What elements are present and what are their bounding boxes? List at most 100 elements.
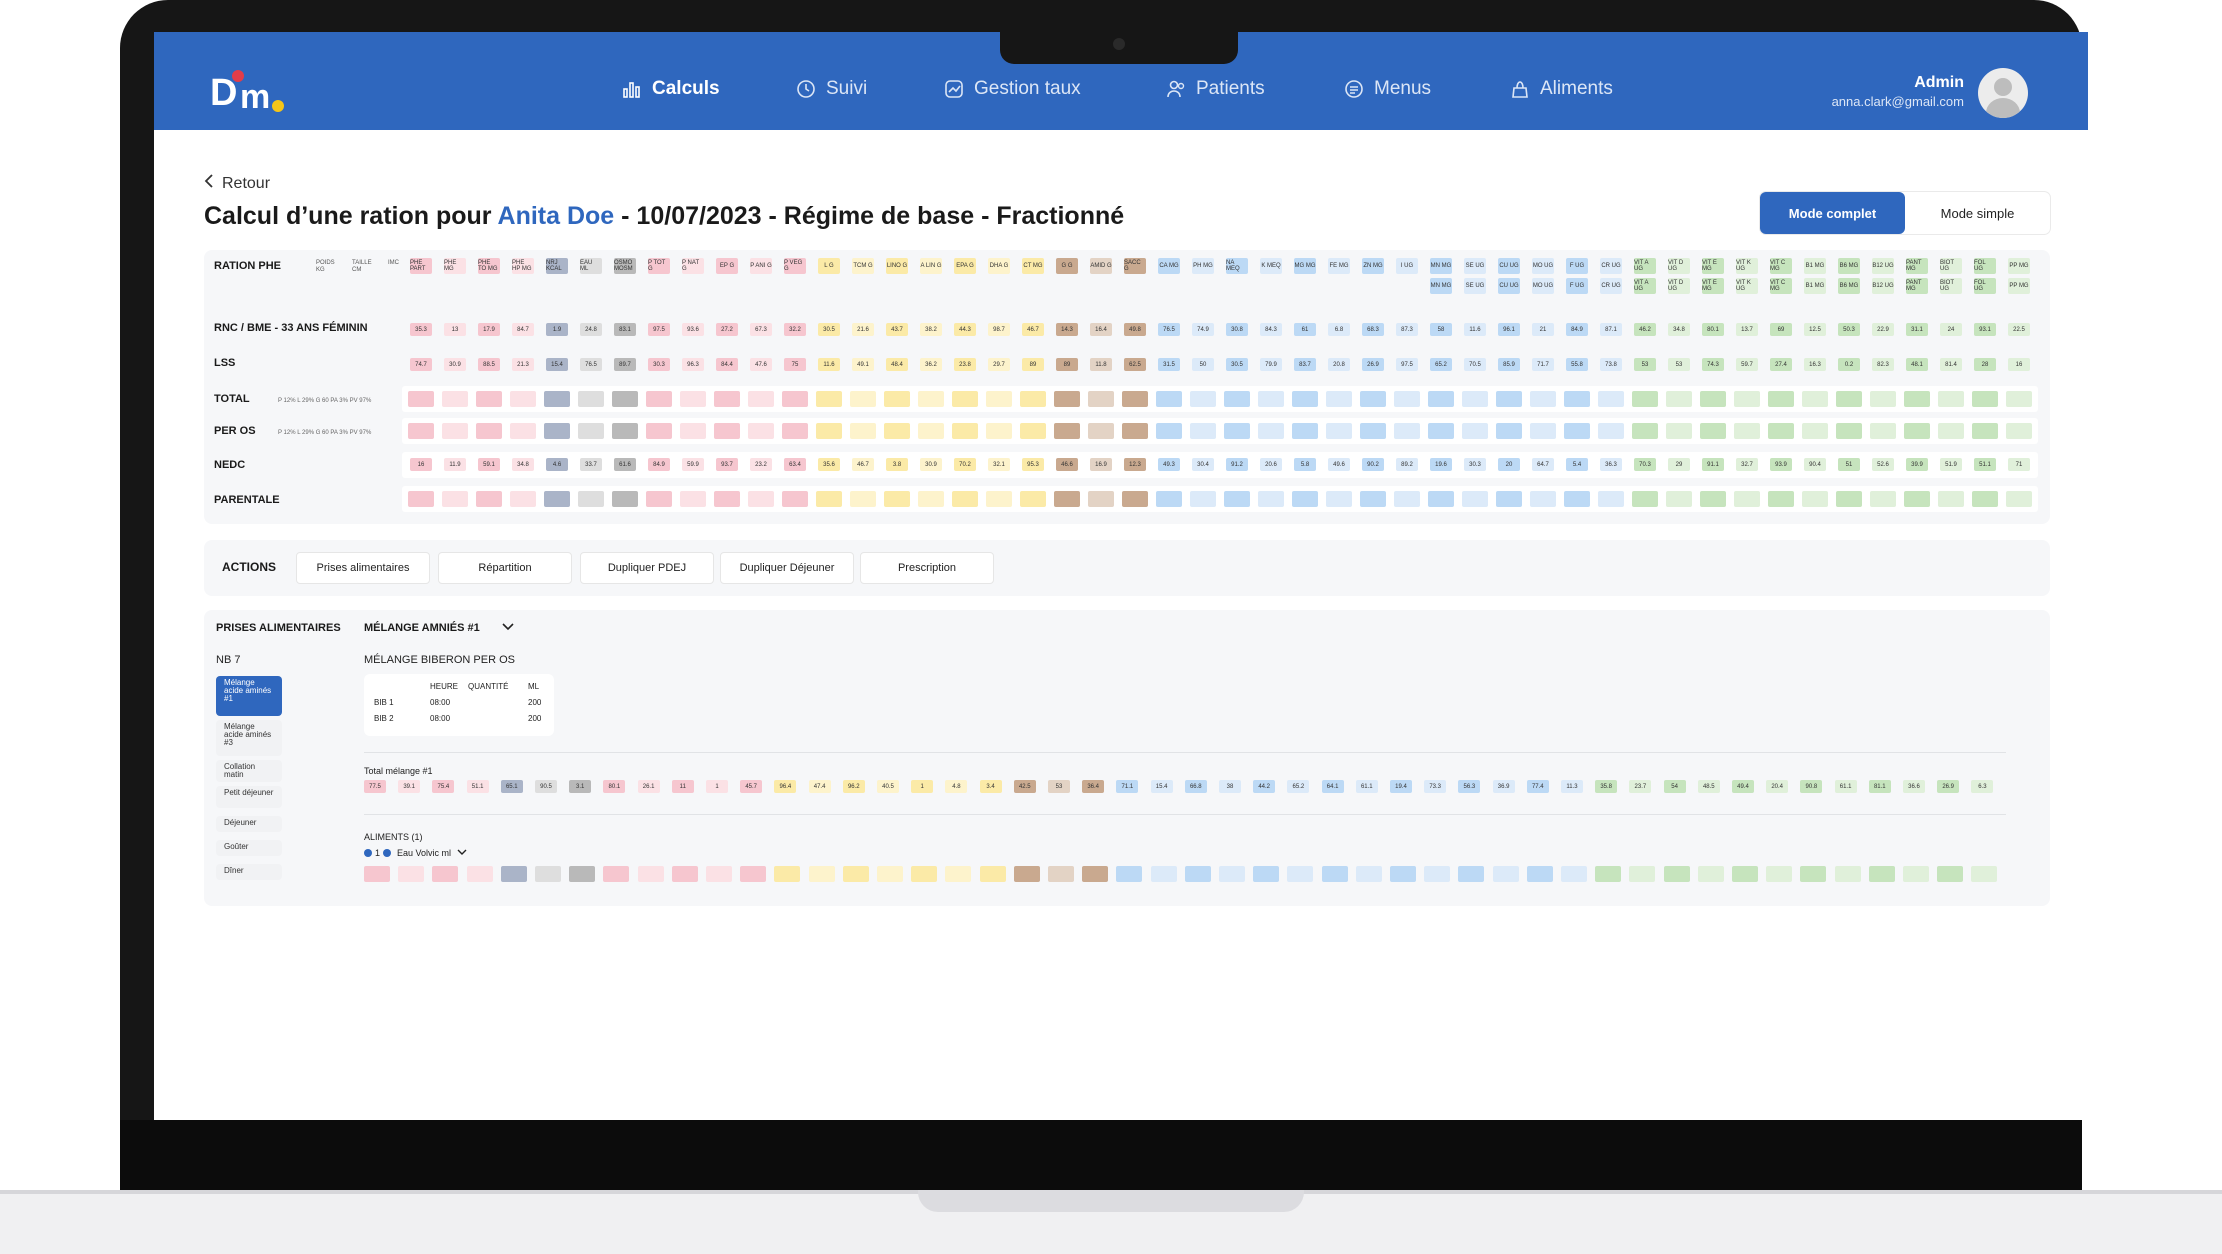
value-cell: 90.2 — [1362, 458, 1384, 471]
row-label-per-os: PER OS — [214, 425, 256, 437]
side-item-gouter[interactable]: Goûter — [216, 840, 282, 856]
aliment-value-cell — [1253, 866, 1280, 882]
column-header: MN MG — [1430, 258, 1452, 274]
column-header: PHE TO MG — [478, 258, 500, 274]
user-block[interactable]: Admin anna.clark@gmail.com — [1832, 74, 1964, 109]
empty-value-cell — [850, 391, 876, 407]
prescription-button[interactable]: Prescription — [860, 552, 994, 584]
mode-simple-button[interactable]: Mode simple — [1905, 192, 2050, 234]
total-value-cell: 3.4 — [979, 780, 1002, 793]
total-value-cell: 40.5 — [877, 780, 899, 793]
value-cell: 87.1 — [1600, 323, 1622, 336]
column-header-pre: TAILLE CM — [352, 260, 372, 273]
aliment-value-cell — [1184, 866, 1211, 882]
aliment-value-cell — [1732, 866, 1758, 882]
nav-menus[interactable]: Menus — [1344, 78, 1431, 100]
value-cell: 17.9 — [478, 323, 500, 336]
value-cell: 58 — [1430, 323, 1452, 336]
empty-value-cell — [476, 423, 502, 439]
aliment-selector[interactable]: 1 Eau Volvic ml — [364, 848, 467, 858]
bib-ml[interactable]: 200 — [528, 698, 541, 707]
empty-value-cell — [1122, 391, 1148, 407]
nav-calculs[interactable]: Calculs — [622, 78, 720, 100]
avatar[interactable] — [1978, 68, 2028, 118]
col-heure: HEURE — [430, 682, 459, 691]
total-value-cell: 90.5 — [535, 780, 557, 793]
empty-value-cell — [1972, 491, 1998, 507]
nav-gestion-taux[interactable]: Gestion taux — [944, 78, 1081, 100]
empty-value-cell — [1938, 491, 1964, 507]
aliment-count-stepper[interactable]: 1 — [364, 848, 392, 858]
column-header: VIT E MG — [1702, 258, 1724, 274]
value-cell: 5.4 — [1566, 458, 1588, 471]
minus-icon[interactable] — [364, 849, 372, 857]
total-value-cell: 96.4 — [774, 780, 797, 793]
patient-name-link[interactable]: Anita Doe — [498, 202, 615, 230]
bib-heure[interactable]: 08:00 — [430, 714, 450, 723]
empty-value-cell — [816, 491, 842, 507]
empty-value-cell — [1904, 423, 1930, 439]
bib-ml[interactable]: 200 — [528, 714, 541, 723]
side-item-petit-dejeuner[interactable]: Petit déjeuner — [216, 786, 282, 808]
column-header: CR UG — [1600, 258, 1622, 274]
value-cell: 28 — [1974, 358, 1996, 371]
nav-patients[interactable]: Patients — [1166, 78, 1265, 100]
bar-chart-icon — [622, 79, 642, 99]
value-cell: 32.1 — [988, 458, 1010, 471]
total-melange-label: Total mélange #1 — [364, 766, 433, 776]
side-item-melange-3[interactable]: Mélange acide aminés #3 — [216, 720, 282, 756]
column-header: PANT MG — [1906, 258, 1928, 274]
aliment-value-cell — [1834, 866, 1861, 882]
back-link[interactable]: Retour — [204, 174, 270, 193]
prise-select[interactable]: MÉLANGE AMNIÉS #1 — [364, 622, 514, 634]
value-cell: 68.3 — [1362, 323, 1384, 336]
value-cell: 70.5 — [1464, 358, 1486, 371]
repartition-button[interactable]: Répartition — [438, 552, 572, 584]
empty-value-cell — [1972, 423, 1998, 439]
value-cell: 96.3 — [682, 358, 704, 371]
prises-alimentaires-button[interactable]: Prises alimentaires — [296, 552, 430, 584]
mode-complet-button[interactable]: Mode complet — [1760, 192, 1905, 234]
side-item-diner[interactable]: Dîner — [216, 864, 282, 880]
column-header: P ANI G — [750, 258, 772, 274]
app-logo[interactable]: Dm — [210, 70, 290, 122]
value-cell: 43.7 — [886, 323, 908, 336]
empty-value-cell — [544, 391, 570, 407]
value-cell: 11.8 — [1090, 358, 1112, 371]
nav-label: Aliments — [1540, 78, 1613, 99]
empty-value-cell — [510, 491, 536, 507]
value-cell: 59.1 — [478, 458, 500, 471]
empty-value-cell — [1258, 423, 1284, 439]
empty-value-cell — [1360, 423, 1386, 439]
total-value-cell: 64.1 — [1321, 780, 1344, 793]
nav-suivi[interactable]: Suivi — [796, 78, 867, 100]
empty-value-cell — [1836, 423, 1862, 439]
side-item-dejeuner[interactable]: Déjeuner — [216, 816, 282, 832]
empty-value-cell — [1156, 423, 1182, 439]
dupliquer-dejeuner-button[interactable]: Dupliquer Déjeuner — [720, 552, 854, 584]
value-cell: 74.7 — [410, 358, 432, 371]
side-item-collation-matin[interactable]: Collation matin — [216, 760, 282, 782]
dupliquer-pdej-button[interactable]: Dupliquer PDEJ — [580, 552, 714, 584]
empty-value-cell — [918, 423, 944, 439]
nav-aliments[interactable]: Aliments — [1510, 78, 1613, 100]
value-cell: 21.3 — [512, 358, 534, 371]
plus-icon[interactable] — [383, 849, 392, 857]
empty-value-cell — [1870, 491, 1896, 507]
bib-heure[interactable]: 08:00 — [430, 698, 450, 707]
empty-value-cell — [646, 491, 672, 507]
value-cell: 87.3 — [1396, 323, 1418, 336]
empty-value-cell — [1870, 391, 1896, 407]
total-value-cell: 35.8 — [1595, 780, 1618, 793]
column-header-secondary: F UG — [1566, 278, 1588, 294]
side-item-melange-1[interactable]: Mélange acide aminés #1 — [216, 676, 282, 716]
total-value-cell: 39.1 — [398, 780, 421, 793]
empty-value-cell — [1496, 391, 1522, 407]
empty-value-cell — [1258, 391, 1284, 407]
aliment-value-cell — [1458, 866, 1485, 882]
value-cell: 32.2 — [784, 323, 806, 336]
value-cell: 46.7 — [852, 458, 874, 471]
value-cell: 6.8 — [1328, 323, 1350, 336]
column-header: PHE HP MG — [512, 258, 534, 274]
value-cell: 49.6 — [1328, 458, 1350, 471]
